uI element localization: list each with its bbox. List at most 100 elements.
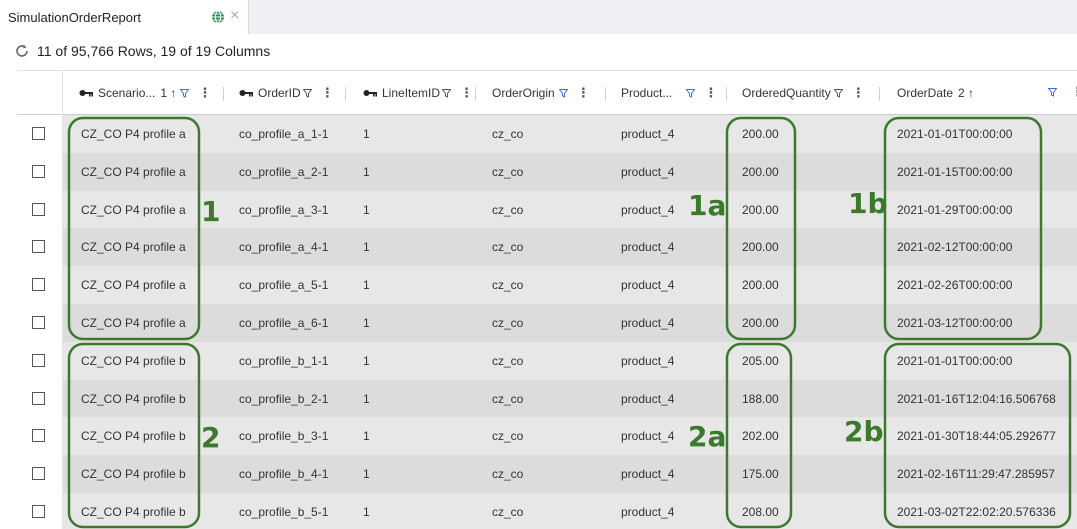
cell-line-item-id[interactable]: 1 bbox=[363, 417, 370, 455]
column-separator[interactable] bbox=[726, 87, 727, 101]
column-header-order-origin[interactable]: OrderOrigin ⋮ bbox=[492, 71, 590, 115]
cell-line-item-id[interactable]: 1 bbox=[363, 455, 370, 493]
cell-order-id[interactable]: co_profile_a_3-1 bbox=[239, 191, 328, 229]
column-header-product[interactable]: Product... ⋮ bbox=[621, 71, 717, 115]
cell-order-origin[interactable]: cz_co bbox=[492, 417, 523, 455]
cell-order-origin[interactable]: cz_co bbox=[492, 455, 523, 493]
cell-scenario[interactable]: CZ_CO P4 profile a bbox=[81, 115, 186, 153]
cell-ordered-quantity[interactable]: 208.00 bbox=[742, 493, 779, 529]
cell-order-date[interactable]: 2021-01-01T00:00:00 bbox=[897, 115, 1012, 153]
cell-order-origin[interactable]: cz_co bbox=[492, 266, 523, 304]
column-separator[interactable] bbox=[475, 87, 476, 101]
cell-product[interactable]: product_4 bbox=[621, 380, 674, 418]
cell-order-date[interactable]: 2021-03-12T00:00:00 bbox=[897, 304, 1012, 342]
cell-product[interactable]: product_4 bbox=[621, 455, 674, 493]
cell-order-id[interactable]: co_profile_b_2-1 bbox=[239, 380, 328, 418]
cell-product[interactable]: product_4 bbox=[621, 153, 674, 191]
cell-order-id[interactable]: co_profile_b_5-1 bbox=[239, 493, 328, 529]
cell-line-item-id[interactable]: 1 bbox=[363, 380, 370, 418]
cell-scenario[interactable]: CZ_CO P4 profile b bbox=[81, 380, 186, 418]
cell-order-id[interactable]: co_profile_a_4-1 bbox=[239, 228, 328, 266]
table-row[interactable]: CZ_CO P4 profile a co_profile_a_6-1 1 cz_co… bbox=[17, 304, 1077, 342]
cell-order-id[interactable]: co_profile_a_1-1 bbox=[239, 115, 328, 153]
row-checkbox[interactable] bbox=[32, 429, 45, 442]
cell-order-date[interactable]: 2021-02-16T11:29:47.285957 bbox=[897, 455, 1055, 493]
row-checkbox[interactable] bbox=[32, 127, 45, 140]
cell-ordered-quantity[interactable]: 200.00 bbox=[742, 228, 779, 266]
column-separator[interactable] bbox=[605, 87, 606, 101]
cell-line-item-id[interactable]: 1 bbox=[363, 266, 370, 304]
cell-ordered-quantity[interactable]: 200.00 bbox=[742, 266, 779, 304]
table-row[interactable]: CZ_CO P4 profile a co_profile_a_1-1 1 cz_co… bbox=[17, 115, 1077, 153]
cell-scenario[interactable]: CZ_CO P4 profile a bbox=[81, 304, 186, 342]
column-header-ordered-quantity[interactable]: OrderedQuantity ⋮ bbox=[742, 71, 865, 115]
cell-order-date[interactable]: 2021-01-29T00:00:00 bbox=[897, 191, 1012, 229]
column-header-order-id[interactable]: OrderID ⋮ bbox=[239, 71, 334, 115]
filter-icon[interactable] bbox=[833, 88, 843, 98]
cell-line-item-id[interactable]: 1 bbox=[363, 153, 370, 191]
filter-icon[interactable] bbox=[302, 88, 312, 98]
cell-order-origin[interactable]: cz_co bbox=[492, 115, 523, 153]
cell-order-date[interactable]: 2021-02-26T00:00:00 bbox=[897, 266, 1012, 304]
cell-order-origin[interactable]: cz_co bbox=[492, 493, 523, 529]
filter-icon[interactable] bbox=[686, 88, 696, 98]
cell-ordered-quantity[interactable]: 205.00 bbox=[742, 342, 779, 380]
cell-order-date[interactable]: 2021-01-30T18:44:05.292677 bbox=[897, 417, 1056, 455]
row-checkbox[interactable] bbox=[32, 354, 45, 367]
cell-line-item-id[interactable]: 1 bbox=[363, 115, 370, 153]
cell-line-item-id[interactable]: 1 bbox=[363, 493, 370, 529]
column-menu-icon[interactable]: ⋮ bbox=[460, 85, 473, 101]
table-row[interactable]: CZ_CO P4 profile b co_profile_b_1-1 1 cz_co… bbox=[17, 342, 1077, 380]
cell-scenario[interactable]: CZ_CO P4 profile b bbox=[81, 455, 186, 493]
column-menu-icon[interactable]: ⋮ bbox=[577, 85, 590, 101]
table-row[interactable]: CZ_CO P4 profile b co_profile_b_5-1 1 cz_co… bbox=[17, 493, 1077, 529]
table-row[interactable]: CZ_CO P4 profile a co_profile_a_5-1 1 cz_co… bbox=[17, 266, 1077, 304]
cell-ordered-quantity[interactable]: 200.00 bbox=[742, 191, 779, 229]
cell-scenario[interactable]: CZ_CO P4 profile b bbox=[81, 493, 186, 529]
cell-order-origin[interactable]: cz_co bbox=[492, 304, 523, 342]
filter-icon[interactable] bbox=[558, 88, 568, 98]
cell-product[interactable]: product_4 bbox=[621, 228, 674, 266]
cell-ordered-quantity[interactable]: 200.00 bbox=[742, 115, 779, 153]
cell-ordered-quantity[interactable]: 175.00 bbox=[742, 455, 779, 493]
cell-ordered-quantity[interactable]: 200.00 bbox=[742, 304, 779, 342]
table-row[interactable]: CZ_CO P4 profile a co_profile_a_2-1 1 cz_co… bbox=[17, 153, 1077, 191]
cell-product[interactable]: product_4 bbox=[621, 191, 674, 229]
column-menu-icon[interactable]: ⋮ bbox=[704, 85, 717, 101]
cell-product[interactable]: product_4 bbox=[621, 304, 674, 342]
cell-ordered-quantity[interactable]: 200.00 bbox=[742, 153, 779, 191]
cell-ordered-quantity[interactable]: 188.00 bbox=[742, 380, 779, 418]
cell-scenario[interactable]: CZ_CO P4 profile a bbox=[81, 191, 186, 229]
cell-line-item-id[interactable]: 1 bbox=[363, 191, 370, 229]
cell-order-origin[interactable]: cz_co bbox=[492, 191, 523, 229]
row-checkbox[interactable] bbox=[32, 203, 45, 216]
cell-order-origin[interactable]: cz_co bbox=[492, 380, 523, 418]
cell-scenario[interactable]: CZ_CO P4 profile b bbox=[81, 417, 186, 455]
column-separator[interactable] bbox=[879, 87, 880, 101]
column-header-line-item-id[interactable]: LineItemID ⋮ bbox=[363, 71, 473, 115]
table-row[interactable]: CZ_CO P4 profile a co_profile_a_3-1 1 cz_co… bbox=[17, 191, 1077, 229]
cell-scenario[interactable]: CZ_CO P4 profile a bbox=[81, 153, 186, 191]
cell-order-id[interactable]: co_profile_b_4-1 bbox=[239, 455, 328, 493]
cell-order-origin[interactable]: cz_co bbox=[492, 342, 523, 380]
row-checkbox[interactable] bbox=[32, 467, 45, 480]
row-checkbox[interactable] bbox=[32, 316, 45, 329]
column-header-order-date[interactable]: OrderDate 2 ↑ bbox=[897, 71, 974, 115]
tab-simulation-order-report[interactable]: SimulationOrderReport × bbox=[0, 0, 249, 34]
row-checkbox[interactable] bbox=[32, 278, 45, 291]
filter-icon[interactable] bbox=[1048, 88, 1057, 97]
table-row[interactable]: CZ_CO P4 profile b co_profile_b_2-1 1 cz_co… bbox=[17, 380, 1077, 418]
close-icon[interactable]: × bbox=[230, 7, 239, 25]
cell-product[interactable]: product_4 bbox=[621, 417, 674, 455]
cell-order-date[interactable]: 2021-01-15T00:00:00 bbox=[897, 153, 1012, 191]
column-menu-icon[interactable]: ⋮ bbox=[321, 85, 334, 101]
cell-scenario[interactable]: CZ_CO P4 profile b bbox=[81, 342, 186, 380]
cell-line-item-id[interactable]: 1 bbox=[363, 304, 370, 342]
cell-scenario[interactable]: CZ_CO P4 profile a bbox=[81, 228, 186, 266]
column-menu-icon[interactable]: ⋮ bbox=[852, 85, 865, 101]
cell-product[interactable]: product_4 bbox=[621, 115, 674, 153]
column-separator[interactable] bbox=[223, 87, 224, 101]
row-checkbox[interactable] bbox=[32, 392, 45, 405]
row-checkbox[interactable] bbox=[32, 505, 45, 518]
cell-order-id[interactable]: co_profile_b_1-1 bbox=[239, 342, 328, 380]
